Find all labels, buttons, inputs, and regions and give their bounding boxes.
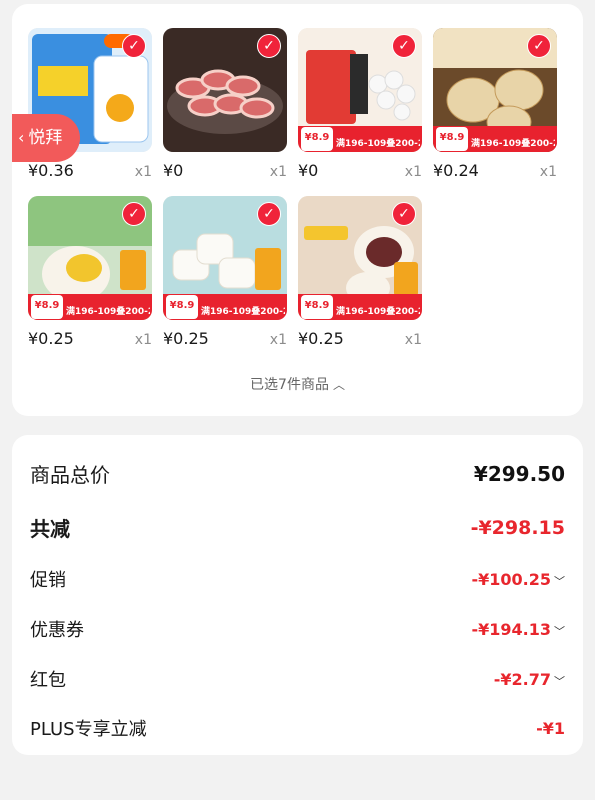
- plus-discount-row: PLUS专享立减 -¥1: [30, 715, 565, 741]
- product-price: ¥0.25: [163, 329, 209, 348]
- promo-banner: ¥8.9 满196-109叠200-20: [433, 126, 557, 152]
- plus-discount-label: PLUS专享立减: [30, 719, 147, 740]
- promo-price-badge: ¥8.9: [301, 295, 333, 319]
- product-item[interactable]: ✓ ¥8.9 满196-109叠200-20 ¥0.25 x1: [298, 196, 422, 350]
- total-price-value: ¥299.50: [473, 461, 565, 486]
- promo-text: 满196-109叠200-20: [471, 139, 555, 149]
- product-price: ¥0.24: [433, 161, 479, 180]
- price-row: ¥0 x1: [298, 161, 422, 181]
- selected-check-icon[interactable]: ✓: [392, 34, 416, 58]
- price-row: ¥0.36 x1: [28, 161, 152, 181]
- selected-check-icon[interactable]: ✓: [392, 202, 416, 226]
- selected-count-toggle[interactable]: 已选7件商品 ︿: [12, 374, 583, 394]
- promo-text: 满196-109叠200-20: [66, 307, 150, 317]
- price-row: ¥0.25 x1: [163, 329, 287, 349]
- product-price: ¥0.25: [28, 329, 74, 348]
- promo-price-badge: ¥8.9: [436, 127, 468, 151]
- promo-text: 满196-109叠200-20: [336, 307, 420, 317]
- promo-price-badge: ¥8.9: [301, 127, 333, 151]
- product-thumbnail[interactable]: ✓ ¥8.9 满196-109叠200-20: [298, 28, 422, 152]
- product-quantity: x1: [539, 164, 557, 180]
- total-price-label: 商品总价: [30, 463, 110, 487]
- coupon-label: 优惠券: [30, 620, 84, 641]
- product-thumbnail[interactable]: ✓ ¥8.9 满196-109叠200-20: [433, 28, 557, 152]
- promo-banner: ¥8.9 满196-109叠200-20: [298, 294, 422, 320]
- product-quantity: x1: [134, 332, 152, 348]
- product-thumbnail[interactable]: ✓ ¥8.9 满196-109叠200-20: [298, 196, 422, 320]
- total-price-row: 商品总价 ¥299.50: [30, 459, 565, 488]
- promo-price-badge: ¥8.9: [166, 295, 198, 319]
- product-thumbnail[interactable]: ✓ ¥8.9 满196-109叠200-20: [163, 196, 287, 320]
- coupon-row[interactable]: 优惠券 -¥194.13 ﹀: [30, 616, 565, 642]
- promotion-value: -¥100.25: [471, 569, 551, 589]
- product-quantity: x1: [404, 164, 422, 180]
- side-tab-yuebai[interactable]: ‹ 悦拜: [12, 114, 80, 162]
- product-item[interactable]: ✓ ¥8.9 满196-109叠200-20 ¥0.24 x1: [433, 28, 557, 182]
- product-quantity: x1: [269, 332, 287, 348]
- product-quantity: x1: [404, 332, 422, 348]
- promo-price-badge: ¥8.9: [31, 295, 63, 319]
- chevron-down-icon: ﹀: [554, 624, 565, 638]
- selected-check-icon[interactable]: ✓: [122, 34, 146, 58]
- selected-products-card: ‹ 悦拜 ✓ ¥0.36 x1 ✓ ¥0 x1 ✓ ¥8.9 满196-109叠…: [12, 4, 583, 416]
- product-item[interactable]: ✓ ¥8.9 满196-109叠200-20 ¥0 x1: [298, 28, 422, 182]
- product-price: ¥0: [163, 161, 184, 180]
- product-price: ¥0.36: [28, 161, 74, 180]
- price-row: ¥0.25 x1: [298, 329, 422, 349]
- price-summary-card: 商品总价 ¥299.50 共减 -¥298.15 促销 -¥100.25 ﹀ 优惠…: [12, 435, 583, 755]
- price-row: ¥0.24 x1: [433, 161, 557, 181]
- coupon-value: -¥194.13: [471, 619, 551, 639]
- product-quantity: x1: [134, 164, 152, 180]
- promo-banner: ¥8.9 满196-109叠200-20: [28, 294, 152, 320]
- product-price: ¥0: [298, 161, 319, 180]
- selected-count-text: 已选7件商品: [250, 377, 329, 393]
- product-quantity: x1: [269, 164, 287, 180]
- plus-discount-value: -¥1: [536, 718, 565, 738]
- chevron-left-icon: ‹: [18, 128, 25, 147]
- chevron-up-icon: ︿: [332, 378, 345, 392]
- promo-text: 满196-109叠200-20: [201, 307, 285, 317]
- total-discount-label: 共减: [30, 517, 70, 541]
- red-packet-row[interactable]: 红包 -¥2.77 ﹀: [30, 666, 565, 692]
- promotion-label: 促销: [30, 570, 66, 591]
- selected-check-icon[interactable]: ✓: [257, 202, 281, 226]
- product-item[interactable]: ✓ ¥8.9 满196-109叠200-20 ¥0.25 x1: [163, 196, 287, 350]
- selected-check-icon[interactable]: ✓: [527, 34, 551, 58]
- price-row: ¥0 x1: [163, 161, 287, 181]
- product-item[interactable]: ✓ ¥8.9 满196-109叠200-20 ¥0.25 x1: [28, 196, 152, 350]
- total-discount-value: -¥298.15: [470, 516, 565, 539]
- product-item[interactable]: ✓ ¥0 x1: [163, 28, 287, 182]
- selected-check-icon[interactable]: ✓: [257, 34, 281, 58]
- side-tab-label: 悦拜: [28, 128, 63, 148]
- promo-text: 满196-109叠200-20: [336, 139, 420, 149]
- product-grid: ✓ ¥0.36 x1 ✓ ¥0 x1 ✓ ¥8.9 满196-109叠200- …: [28, 28, 557, 350]
- red-packet-value: -¥2.77: [493, 669, 551, 689]
- red-packet-label: 红包: [30, 670, 66, 691]
- chevron-down-icon: ﹀: [554, 674, 565, 688]
- product-price: ¥0.25: [298, 329, 344, 348]
- product-thumbnail[interactable]: ✓: [163, 28, 287, 152]
- product-thumbnail[interactable]: ✓ ¥8.9 满196-109叠200-20: [28, 196, 152, 320]
- total-discount-row: 共减 -¥298.15: [30, 513, 565, 542]
- selected-check-icon[interactable]: ✓: [122, 202, 146, 226]
- promo-banner: ¥8.9 满196-109叠200-20: [163, 294, 287, 320]
- chevron-down-icon: ﹀: [554, 574, 565, 588]
- promotion-row[interactable]: 促销 -¥100.25 ﹀: [30, 566, 565, 592]
- promo-banner: ¥8.9 满196-109叠200-20: [298, 126, 422, 152]
- price-row: ¥0.25 x1: [28, 329, 152, 349]
